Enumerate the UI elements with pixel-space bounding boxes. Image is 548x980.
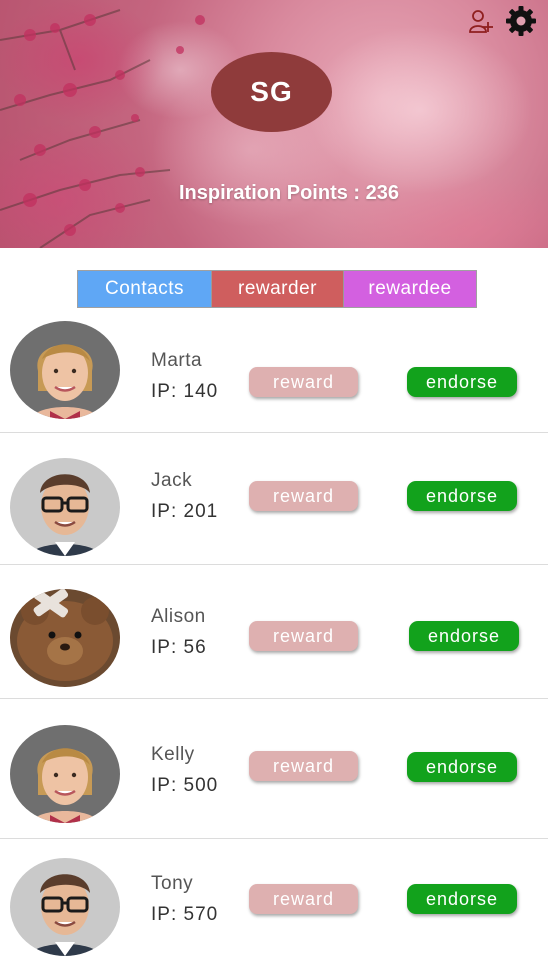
contact-ip: IP: 570	[151, 904, 219, 925]
reward-button[interactable]: reward	[249, 621, 358, 651]
contact-avatar	[10, 589, 120, 687]
inspiration-points-total: Inspiration Points : 236	[178, 182, 400, 204]
add-user-icon[interactable]	[464, 4, 498, 38]
contact-ip: IP: 56	[151, 637, 207, 658]
user-initials-avatar[interactable]: SG	[211, 52, 332, 132]
contact-row: Jack IP: 201 reward endorse	[0, 433, 548, 565]
endorse-button[interactable]: endorse	[407, 367, 517, 397]
contact-row: Marta IP: 140 reward endorse	[0, 318, 548, 433]
reward-button[interactable]: reward	[249, 367, 358, 397]
contact-row: Alison IP: 56 reward endorse	[0, 565, 548, 699]
contact-row: Tony IP: 570 reward endorse	[0, 839, 548, 979]
endorse-button[interactable]: endorse	[409, 621, 519, 651]
contact-avatar	[10, 321, 120, 419]
reward-button[interactable]: reward	[249, 751, 358, 781]
contact-avatar	[10, 725, 120, 823]
contact-ip: IP: 201	[151, 501, 219, 522]
header-tools	[464, 4, 538, 38]
contact-name: Jack	[151, 470, 193, 491]
tab-bar: Contacts rewarder rewardee	[77, 270, 477, 308]
tab-rewardee[interactable]: rewardee	[343, 271, 476, 307]
contact-avatar	[10, 458, 120, 556]
endorse-button[interactable]: endorse	[407, 481, 517, 511]
contact-ip: IP: 500	[151, 775, 219, 796]
contact-avatar	[10, 858, 120, 956]
contact-row: Kelly IP: 500 reward endorse	[0, 699, 548, 839]
contact-list: Marta IP: 140 reward endorse Jack IP: 20…	[0, 318, 548, 979]
tab-contacts[interactable]: Contacts	[78, 271, 211, 307]
contact-name: Tony	[151, 873, 194, 894]
profile-header: SG Inspiration Points : 236	[0, 0, 548, 248]
reward-button[interactable]: reward	[249, 481, 358, 511]
contact-ip: IP: 140	[151, 381, 219, 402]
contact-name: Marta	[151, 350, 203, 371]
gear-icon[interactable]	[504, 4, 538, 38]
endorse-button[interactable]: endorse	[407, 884, 517, 914]
tab-rewarder[interactable]: rewarder	[211, 271, 343, 307]
contact-name: Kelly	[151, 744, 195, 765]
reward-button[interactable]: reward	[249, 884, 358, 914]
endorse-button[interactable]: endorse	[407, 752, 517, 782]
contact-name: Alison	[151, 606, 206, 627]
